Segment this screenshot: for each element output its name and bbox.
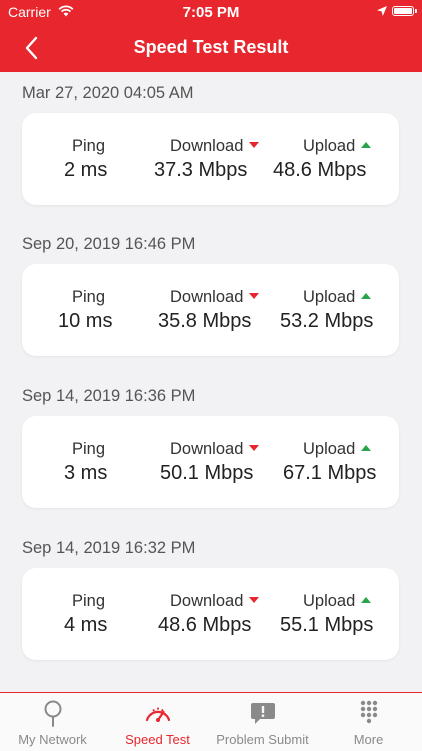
ping-label: Ping [72, 137, 106, 155]
upload-value: 55.1 Mbps [280, 614, 374, 636]
download-value: 48.6 Mbps [158, 614, 252, 636]
top-header: Carrier 7:05 PM Speed Test Result [0, 0, 422, 72]
download-label: Download [170, 440, 260, 459]
ping-label: Ping [72, 592, 106, 610]
tab-bar: My Network Speed Test Problem Submit Mor… [0, 692, 422, 751]
ping-label: Ping [72, 288, 106, 306]
result-date: Sep 14, 2019 16:32 PM [22, 539, 196, 557]
speedometer-icon [145, 707, 170, 722]
result-date: Mar 27, 2020 04:05 AM [22, 84, 194, 102]
tab-my-network[interactable]: My Network [0, 693, 105, 751]
upload-arrow-icon [361, 445, 372, 451]
ping-value: 2 ms [64, 159, 108, 181]
tab-more[interactable]: More [315, 693, 422, 751]
download-arrow-icon [249, 142, 260, 148]
tab-label: My Network [18, 732, 87, 747]
upload-label: Upload [303, 288, 372, 307]
upload-label-text: Upload [303, 137, 356, 155]
upload-arrow-icon [361, 293, 372, 299]
battery-icon [392, 6, 417, 16]
upload-label-text: Upload [303, 592, 356, 610]
upload-arrow-icon [361, 142, 372, 148]
upload-value: 48.6 Mbps [273, 159, 367, 181]
upload-value: 53.2 Mbps [280, 310, 374, 332]
result-card[interactable]: Ping 4 ms Download 48.6 Mbps Upload 55.1… [22, 568, 399, 660]
ping-value: 10 ms [58, 310, 113, 332]
tab-problem-submit[interactable]: Problem Submit [210, 693, 315, 751]
download-value: 50.1 Mbps [160, 462, 254, 484]
download-arrow-icon [249, 293, 260, 299]
ping-label: Ping [72, 440, 106, 458]
ping-value: 4 ms [64, 614, 108, 636]
upload-label: Upload [303, 592, 372, 611]
keypad-grid-icon [360, 700, 377, 724]
upload-label-text: Upload [303, 440, 356, 458]
tab-speed-test[interactable]: Speed Test [105, 693, 210, 751]
result-card[interactable]: Ping 2 ms Download 37.3 Mbps Upload 48.6… [22, 113, 399, 205]
location-arrow-icon [377, 6, 387, 16]
tab-label: Speed Test [125, 732, 190, 747]
tab-label: More [353, 732, 384, 747]
upload-label: Upload [303, 137, 372, 156]
download-label: Download [170, 288, 260, 307]
download-label-text: Download [170, 288, 244, 306]
upload-arrow-icon [361, 597, 372, 603]
nav-bar: Speed Test Result [0, 24, 422, 72]
page-title: Speed Test Result [133, 37, 289, 57]
download-value: 35.8 Mbps [158, 310, 252, 332]
result-card[interactable]: Ping 10 ms Download 35.8 Mbps Upload 53.… [22, 264, 399, 356]
download-value: 37.3 Mbps [154, 159, 248, 181]
ping-value: 3 ms [64, 462, 108, 484]
download-label-text: Download [170, 592, 244, 610]
download-arrow-icon [249, 445, 260, 451]
status-time: 7:05 PM [182, 4, 240, 21]
location-pin-icon [44, 700, 61, 727]
alert-message-icon [250, 703, 275, 724]
status-bar: Carrier 7:05 PM [0, 0, 422, 24]
download-label: Download [170, 137, 260, 156]
download-label: Download [170, 592, 260, 611]
download-label-text: Download [170, 440, 244, 458]
result-date: Sep 20, 2019 16:46 PM [22, 235, 196, 253]
result-card[interactable]: Ping 3 ms Download 50.1 Mbps Upload 67.1… [22, 416, 399, 508]
upload-label-text: Upload [303, 288, 356, 306]
download-arrow-icon [249, 597, 260, 603]
upload-label: Upload [303, 440, 372, 459]
tab-label: Problem Submit [216, 732, 309, 747]
upload-value: 67.1 Mbps [283, 462, 377, 484]
result-date: Sep 14, 2019 16:36 PM [22, 387, 196, 405]
download-label-text: Download [170, 137, 244, 155]
